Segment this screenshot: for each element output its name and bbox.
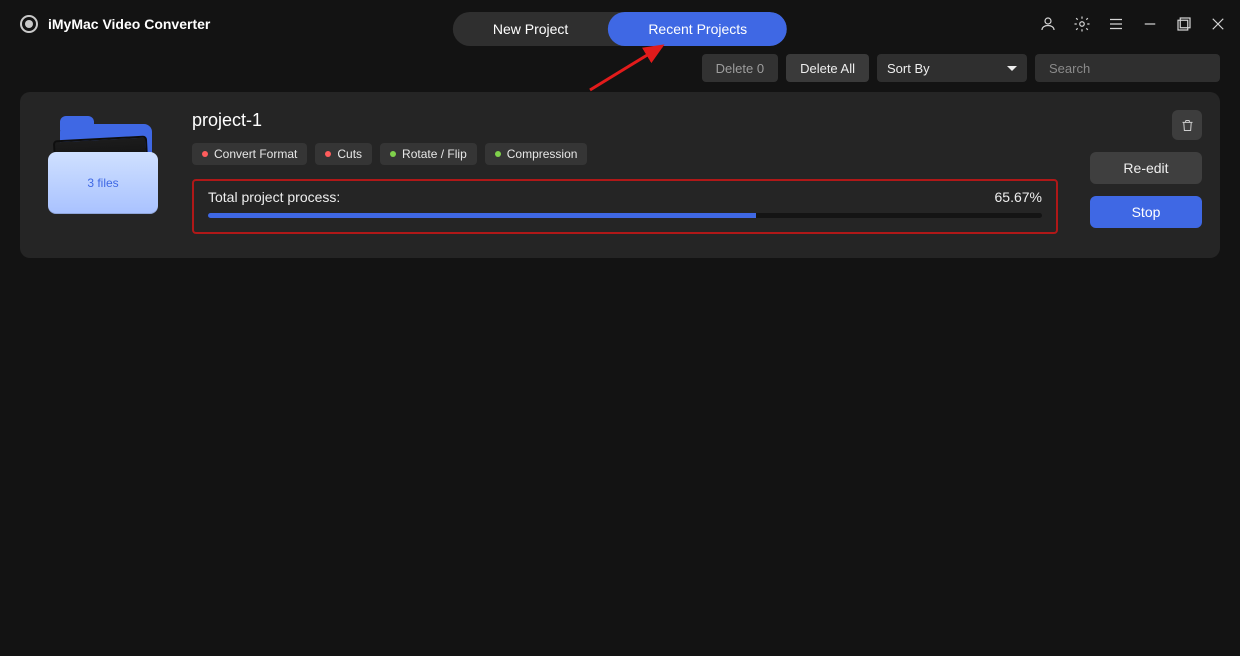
tag-cuts: Cuts	[315, 143, 372, 165]
status-dot-icon	[202, 151, 208, 157]
project-thumbnail: 3 files	[38, 110, 168, 234]
gear-icon[interactable]	[1072, 14, 1092, 34]
tag-label: Cuts	[337, 147, 362, 161]
menu-icon[interactable]	[1106, 14, 1126, 34]
project-tab-switch: New Project Recent Projects	[453, 12, 787, 46]
tag-label: Rotate / Flip	[402, 147, 467, 161]
titlebar: iMyMac Video Converter New Project Recen…	[0, 0, 1240, 48]
status-dot-icon	[495, 151, 501, 157]
progress-panel: Total project process: 65.67%	[192, 179, 1058, 234]
progress-fill	[208, 213, 756, 218]
sort-by-label: Sort By	[887, 61, 930, 76]
sort-by-dropdown[interactable]: Sort By	[877, 54, 1027, 82]
project-card-main: project-1 Convert Format Cuts Rotate / F…	[192, 110, 1058, 234]
trash-icon	[1180, 118, 1195, 133]
progress-percent: 65.67%	[995, 189, 1042, 205]
progress-bar	[208, 213, 1042, 218]
delete-n-button[interactable]: Delete 0	[702, 54, 778, 82]
tab-recent-projects[interactable]: Recent Projects	[608, 12, 787, 46]
folder-front-icon: 3 files	[48, 152, 158, 214]
tag-label: Convert Format	[214, 147, 297, 161]
reedit-button[interactable]: Re-edit	[1090, 152, 1202, 184]
tag-label: Compression	[507, 147, 578, 161]
app-title: iMyMac Video Converter	[48, 16, 210, 32]
progress-label: Total project process:	[208, 189, 340, 205]
window-controls	[1038, 14, 1228, 34]
delete-all-button[interactable]: Delete All	[786, 54, 869, 82]
search-field[interactable]	[1035, 54, 1220, 82]
window-minimize-icon[interactable]	[1140, 14, 1160, 34]
project-tags: Convert Format Cuts Rotate / Flip Compre…	[192, 143, 1058, 165]
tag-compression: Compression	[485, 143, 588, 165]
project-name: project-1	[192, 110, 1058, 131]
project-card: 3 files project-1 Convert Format Cuts Ro…	[20, 92, 1220, 258]
list-toolbar: Delete 0 Delete All Sort By	[0, 48, 1240, 92]
app-logo-icon	[20, 15, 38, 33]
files-count-label: 3 files	[87, 176, 118, 190]
chevron-down-icon	[1007, 66, 1017, 71]
window-close-icon[interactable]	[1208, 14, 1228, 34]
tab-new-project[interactable]: New Project	[453, 12, 608, 46]
status-dot-icon	[325, 151, 331, 157]
search-input[interactable]	[1049, 61, 1225, 76]
status-dot-icon	[390, 151, 396, 157]
progress-header: Total project process: 65.67%	[208, 189, 1042, 205]
project-card-actions: Re-edit Stop	[1082, 110, 1202, 234]
tag-rotate-flip: Rotate / Flip	[380, 143, 477, 165]
stop-button[interactable]: Stop	[1090, 196, 1202, 228]
app-brand: iMyMac Video Converter	[20, 15, 210, 33]
account-icon[interactable]	[1038, 14, 1058, 34]
delete-project-button[interactable]	[1172, 110, 1202, 140]
window-maximize-icon[interactable]	[1174, 14, 1194, 34]
tag-convert-format: Convert Format	[192, 143, 307, 165]
